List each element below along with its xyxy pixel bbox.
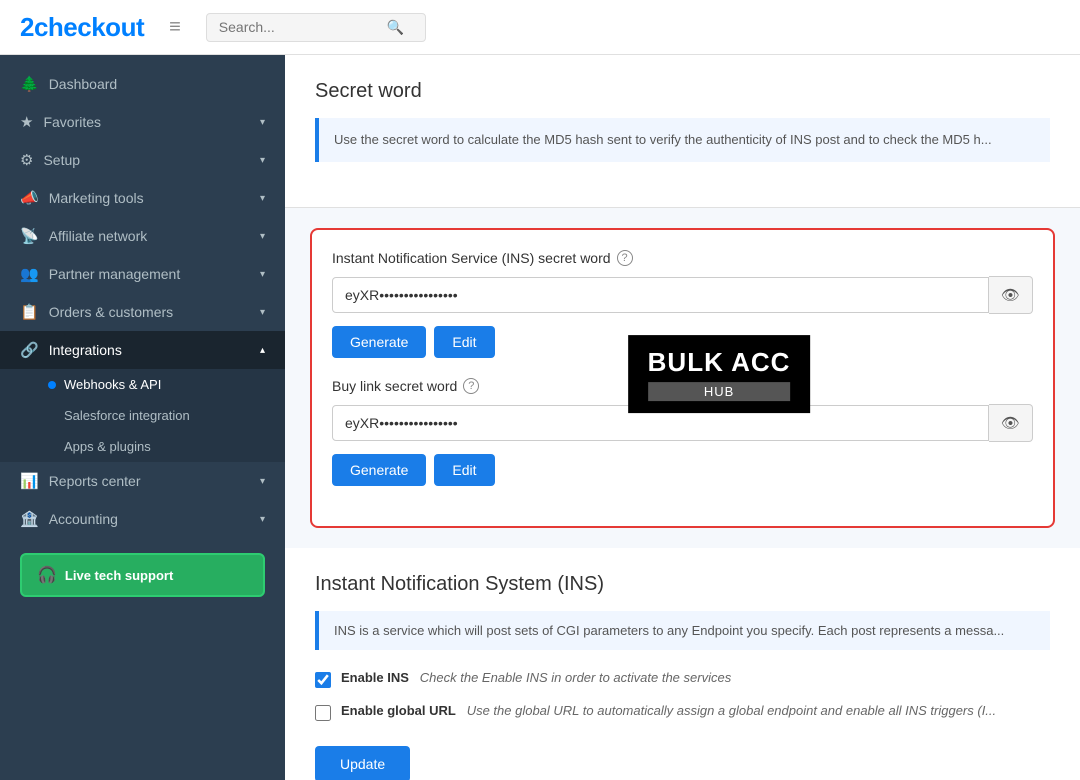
logo: 2checkout bbox=[20, 12, 144, 43]
chevron-down-icon: ▾ bbox=[260, 476, 265, 487]
chevron-down-icon: ▾ bbox=[260, 269, 265, 280]
partner-icon: 👥 bbox=[20, 265, 39, 283]
sidebar-item-label: Marketing tools bbox=[49, 190, 144, 206]
enable-ins-label: Enable INS Check the Enable INS in order… bbox=[341, 670, 731, 685]
buy-link-edit-button[interactable]: Edit bbox=[434, 454, 494, 486]
ins-help-icon[interactable]: ? bbox=[617, 250, 633, 266]
secret-word-title: Secret word bbox=[315, 80, 1050, 103]
sidebar-item-label: Affiliate network bbox=[49, 228, 148, 244]
update-button[interactable]: Update bbox=[315, 746, 410, 780]
enable-ins-row: Enable INS Check the Enable INS in order… bbox=[315, 670, 1050, 688]
chevron-down-icon: ▾ bbox=[260, 307, 265, 318]
chevron-down-icon: ▾ bbox=[260, 117, 265, 128]
sidebar-item-label: Orders & customers bbox=[49, 304, 173, 320]
live-support-button[interactable]: 🎧 Live tech support bbox=[20, 553, 265, 597]
sidebar-item-orders[interactable]: 📋 Orders & customers ▾ bbox=[0, 293, 285, 331]
buy-link-generate-button[interactable]: Generate bbox=[332, 454, 426, 486]
sidebar-sub-item-label: Apps & plugins bbox=[64, 439, 151, 454]
ins-field-label: Instant Notification Service (INS) secre… bbox=[332, 250, 1033, 266]
live-support-label: Live tech support bbox=[65, 568, 173, 583]
marketing-icon: 📣 bbox=[20, 189, 39, 207]
ins-btn-row: Generate Edit bbox=[332, 326, 1033, 358]
reports-icon: 📊 bbox=[20, 472, 39, 490]
sidebar-item-reports[interactable]: 📊 Reports center ▾ bbox=[0, 462, 285, 500]
chevron-up-icon: ▴ bbox=[260, 345, 265, 356]
enable-global-label: Enable global URL Use the global URL to … bbox=[341, 703, 996, 718]
sidebar-item-accounting[interactable]: 🏦 Accounting ▾ bbox=[0, 500, 285, 538]
sidebar-item-setup[interactable]: ⚙ Setup ▾ bbox=[0, 141, 285, 179]
ins-input-row: 👁 bbox=[332, 276, 1033, 314]
search-input[interactable] bbox=[219, 19, 379, 35]
buy-link-secret-input[interactable] bbox=[332, 405, 989, 441]
sidebar-item-dashboard[interactable]: 🌲 Dashboard bbox=[0, 65, 285, 103]
ins-section: Instant Notification System (INS) INS is… bbox=[285, 548, 1080, 780]
search-bar: 🔍 bbox=[206, 13, 426, 42]
secret-section-box: Instant Notification Service (INS) secre… bbox=[310, 228, 1055, 528]
affiliate-icon: 📡 bbox=[20, 227, 39, 245]
sidebar-sub-item-label: Webhooks & API bbox=[64, 377, 161, 392]
sidebar-item-partner[interactable]: 👥 Partner management ▾ bbox=[0, 255, 285, 293]
buy-link-secret-field-group: Buy link secret word ? 👁 Generate Edit bbox=[332, 378, 1033, 486]
sidebar-item-affiliate[interactable]: 📡 Affiliate network ▾ bbox=[0, 217, 285, 255]
ins-section-title: Instant Notification System (INS) bbox=[315, 573, 1050, 596]
chevron-down-icon: ▾ bbox=[260, 231, 265, 242]
active-dot bbox=[48, 381, 56, 389]
hamburger-button[interactable]: ≡ bbox=[164, 11, 186, 44]
sidebar-item-apps[interactable]: Apps & plugins bbox=[0, 431, 285, 462]
setup-icon: ⚙ bbox=[20, 151, 33, 169]
sidebar-item-integrations[interactable]: 🔗 Integrations ▴ bbox=[0, 331, 285, 369]
sidebar: 🌲 Dashboard ★ Favorites ▾ ⚙ Setup ▾ 📣 Ma… bbox=[0, 55, 285, 780]
chevron-down-icon: ▾ bbox=[260, 193, 265, 204]
sidebar-item-label: Favorites bbox=[43, 114, 101, 130]
sidebar-item-label: Dashboard bbox=[49, 76, 118, 92]
sidebar-item-favorites[interactable]: ★ Favorites ▾ bbox=[0, 103, 285, 141]
enable-global-url-checkbox[interactable] bbox=[315, 705, 331, 721]
ins-eye-toggle[interactable]: 👁 bbox=[989, 276, 1033, 314]
integrations-icon: 🔗 bbox=[20, 341, 39, 359]
secret-word-info: Use the secret word to calculate the MD5… bbox=[315, 118, 1050, 162]
main-layout: 🌲 Dashboard ★ Favorites ▾ ⚙ Setup ▾ 📣 Ma… bbox=[0, 55, 1080, 780]
ins-secret-input[interactable] bbox=[332, 277, 989, 313]
buy-link-field-label: Buy link secret word ? bbox=[332, 378, 1033, 394]
ins-secret-field-group: Instant Notification Service (INS) secre… bbox=[332, 250, 1033, 358]
search-icon: 🔍 bbox=[387, 19, 404, 36]
topbar: 2checkout ≡ 🔍 bbox=[0, 0, 1080, 55]
secret-word-header: Secret word Use the secret word to calcu… bbox=[285, 55, 1080, 208]
sidebar-item-webhooks[interactable]: Webhooks & API bbox=[0, 369, 285, 400]
buy-link-help-icon[interactable]: ? bbox=[463, 378, 479, 394]
enable-ins-checkbox[interactable] bbox=[315, 672, 331, 688]
secret-word-form: BULK ACC HUB Instant Notification Servic… bbox=[300, 228, 1065, 528]
favorites-icon: ★ bbox=[20, 113, 33, 131]
chevron-down-icon: ▾ bbox=[260, 514, 265, 525]
sidebar-item-label: Reports center bbox=[49, 473, 141, 489]
dashboard-icon: 🌲 bbox=[20, 75, 39, 93]
ins-info-box: INS is a service which will post sets of… bbox=[315, 611, 1050, 650]
buy-link-eye-toggle[interactable]: 👁 bbox=[989, 404, 1033, 442]
accounting-icon: 🏦 bbox=[20, 510, 39, 528]
sidebar-item-salesforce[interactable]: Salesforce integration bbox=[0, 400, 285, 431]
buy-link-btn-row: Generate Edit bbox=[332, 454, 1033, 486]
sidebar-item-marketing[interactable]: 📣 Marketing tools ▾ bbox=[0, 179, 285, 217]
enable-global-url-row: Enable global URL Use the global URL to … bbox=[315, 703, 1050, 721]
chevron-down-icon: ▾ bbox=[260, 155, 265, 166]
sidebar-item-label: Partner management bbox=[49, 266, 181, 282]
buy-link-input-row: 👁 bbox=[332, 404, 1033, 442]
sidebar-sub-item-label: Salesforce integration bbox=[64, 408, 190, 423]
ins-edit-button[interactable]: Edit bbox=[434, 326, 494, 358]
sidebar-submenu-integrations: Webhooks & API Salesforce integration Ap… bbox=[0, 369, 285, 462]
headset-icon: 🎧 bbox=[37, 565, 57, 585]
sidebar-item-label: Accounting bbox=[49, 511, 118, 527]
ins-generate-button[interactable]: Generate bbox=[332, 326, 426, 358]
orders-icon: 📋 bbox=[20, 303, 39, 321]
content-area: Secret word Use the secret word to calcu… bbox=[285, 55, 1080, 780]
sidebar-item-label: Integrations bbox=[49, 342, 122, 358]
sidebar-item-label: Setup bbox=[43, 152, 80, 168]
